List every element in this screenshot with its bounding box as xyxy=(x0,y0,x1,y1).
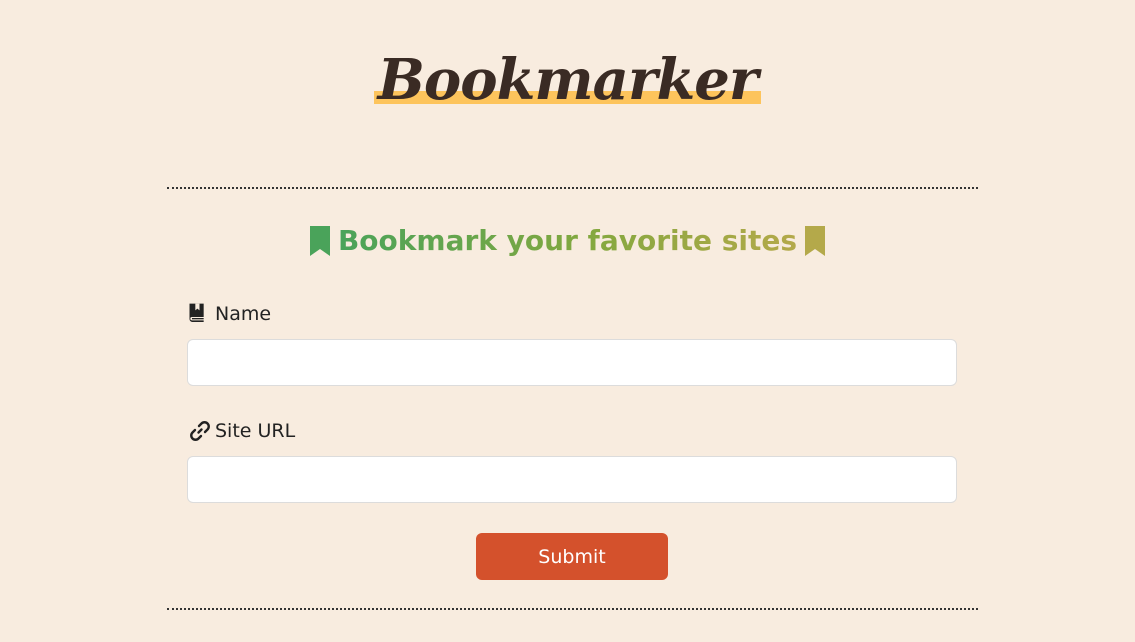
submit-button[interactable]: Submit xyxy=(476,533,668,580)
name-label: Name xyxy=(187,302,271,326)
header: Bookmarker xyxy=(0,48,1135,112)
bookmark-icon xyxy=(803,225,827,257)
form-heading: Bookmark your favorite sites xyxy=(0,222,1135,259)
site-url-label-text: Site URL xyxy=(215,420,296,442)
link-icon xyxy=(187,419,211,443)
bookmark-icon xyxy=(308,225,332,257)
site-url-input[interactable] xyxy=(187,456,957,503)
book-bookmark-icon xyxy=(187,302,211,326)
bookmarker-page: Bookmarker Bookmark your favorite sites … xyxy=(0,0,1135,642)
top-divider xyxy=(167,187,978,189)
name-input[interactable] xyxy=(187,339,957,386)
site-url-label: Site URL xyxy=(187,419,295,443)
bottom-divider xyxy=(167,608,978,610)
form-heading-text: Bookmark your favorite sites xyxy=(337,224,798,257)
app-logo: Bookmarker xyxy=(373,47,762,113)
logo-text: Bookmarker xyxy=(377,47,759,113)
name-label-text: Name xyxy=(215,303,272,325)
